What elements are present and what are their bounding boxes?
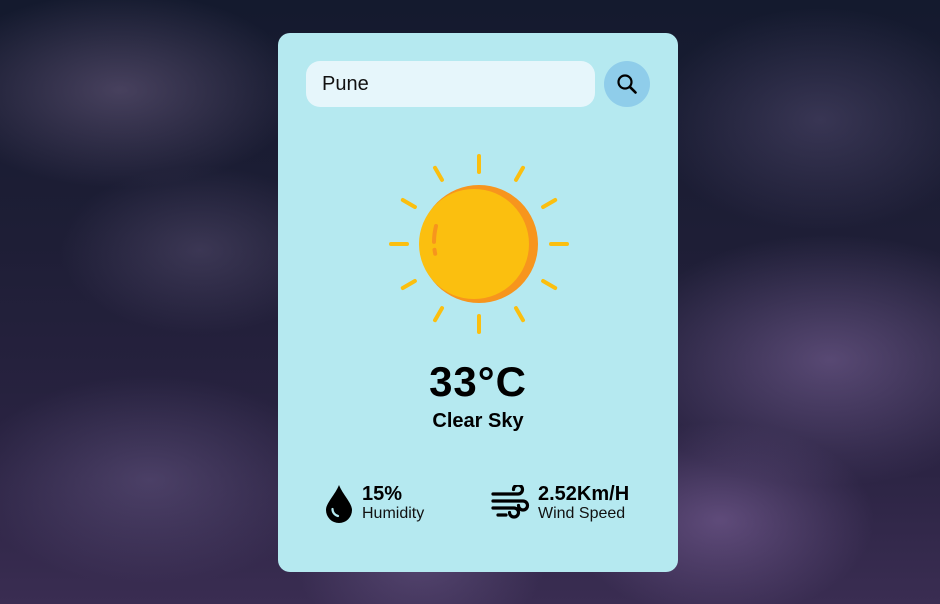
humidity-value: 15% [362, 483, 403, 505]
wind-icon [490, 485, 530, 521]
humidity-label: Humidity [362, 505, 425, 522]
weather-condition: Clear Sky [432, 410, 524, 432]
wind-speed-value: 2.52Km/H [538, 483, 630, 505]
temperature: 33°C [429, 358, 527, 405]
water-drop-icon [324, 483, 354, 523]
sun-icon [389, 154, 569, 334]
humidity-stat: 15% Humidity [324, 483, 424, 523]
wind-stat: 2.52Km/H Wind Speed [490, 483, 629, 523]
city-search-input[interactable] [306, 61, 595, 107]
search-button[interactable] [604, 61, 650, 107]
search-icon [617, 74, 637, 94]
wind-speed-label: Wind Speed [538, 505, 626, 522]
weather-card: 33°C Clear Sky 15% Humidity [278, 33, 678, 572]
